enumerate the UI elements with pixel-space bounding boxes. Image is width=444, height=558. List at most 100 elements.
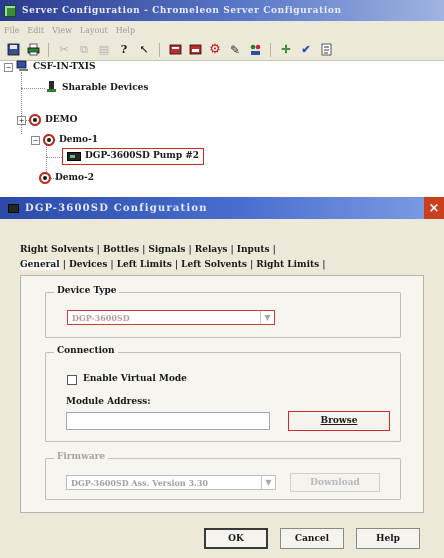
- tab-divider: |: [62, 260, 66, 270]
- printer-icon[interactable]: [26, 43, 40, 57]
- tree-item-label: DEMO: [45, 115, 78, 125]
- connection-group: Connection Enable Virtual Mode Module Ad…: [45, 346, 401, 442]
- cancel-button-label: Cancel: [294, 533, 330, 544]
- tab-row-upper: Right Solvents | Bottles | Signals | Rel…: [20, 243, 279, 257]
- device-type-value: DGP-3600SD: [72, 312, 130, 323]
- menu-layout[interactable]: Layout: [80, 26, 108, 35]
- tab-right-limits[interactable]: Right Limits: [256, 260, 319, 270]
- tree-root-label: CSF-IN-TXIS: [33, 62, 96, 72]
- enable-virtual-mode-label: Enable Virtual Mode: [83, 374, 187, 384]
- tree-item-label: Demo-1: [59, 135, 99, 145]
- tab-left-limits[interactable]: Left Limits: [117, 260, 172, 270]
- cross-icon[interactable]: ✛: [279, 43, 293, 57]
- tree-item-demo[interactable]: + DEMO: [17, 113, 77, 127]
- tab-relays[interactable]: Relays: [195, 245, 228, 255]
- toolbar-separator: [48, 42, 49, 57]
- menu-view[interactable]: View: [52, 26, 72, 35]
- tab-inputs[interactable]: Inputs: [237, 245, 270, 255]
- connection-label: Connection: [54, 346, 118, 356]
- module-address-field[interactable]: [66, 412, 270, 430]
- device-type-select[interactable]: DGP-3600SD ▼: [67, 310, 275, 325]
- paste-icon[interactable]: ▤: [97, 43, 111, 57]
- toolbar-separator: [270, 42, 271, 57]
- device-type-group: Device Type DGP-3600SD ▼: [45, 286, 401, 338]
- enable-virtual-mode-checkbox[interactable]: [67, 375, 77, 385]
- collapse-toggle[interactable]: −: [4, 62, 13, 72]
- firmware-group: Firmware DGP-3600SD Ass. Version 3.30 ▼ …: [45, 452, 401, 500]
- menu-help[interactable]: Help: [116, 26, 135, 35]
- module-address-label: Module Address:: [66, 397, 151, 407]
- ok-button[interactable]: OK: [204, 528, 268, 549]
- tree-item-label: Demo-2: [55, 173, 95, 183]
- disk-icon[interactable]: [6, 43, 20, 57]
- download-button-label: Download: [310, 477, 360, 488]
- firmware-label: Firmware: [54, 452, 109, 462]
- tree-item-sharable-devices[interactable]: Sharable Devices: [46, 81, 148, 95]
- tab-signals[interactable]: Signals: [148, 245, 185, 255]
- tree-item-demo-2[interactable]: Demo-2: [39, 171, 94, 185]
- tree-connector: [46, 157, 62, 158]
- server-app-icon: [4, 4, 16, 17]
- help-button-label: Help: [376, 533, 400, 544]
- cut-icon[interactable]: ✂: [57, 43, 71, 57]
- tree-item-label: Sharable Devices: [62, 83, 149, 93]
- server-menubar: File Edit View Layout Help: [0, 21, 444, 39]
- menu-file[interactable]: File: [4, 26, 19, 35]
- group-icon[interactable]: [248, 43, 262, 57]
- chevron-down-icon[interactable]: ▼: [261, 476, 275, 489]
- tree-item-pump[interactable]: DGP-3600SD Pump #2: [62, 147, 205, 165]
- server-window-titlebar[interactable]: Server Configuration - Chromeleon Server…: [0, 0, 444, 21]
- pump-icon: [67, 151, 81, 161]
- timebase-node-icon: [43, 134, 55, 146]
- tab-left-solvents[interactable]: Left Solvents: [181, 260, 247, 270]
- tab-devices[interactable]: Devices: [69, 260, 107, 270]
- tree-root-node[interactable]: − CSF-IN-TXIS: [4, 60, 95, 74]
- pump-selection-box[interactable]: DGP-3600SD Pump #2: [62, 147, 205, 165]
- cancel-button[interactable]: Cancel: [280, 528, 344, 549]
- timebase-node-icon: [39, 172, 51, 184]
- download-button[interactable]: Download: [290, 473, 380, 492]
- menu-edit[interactable]: Edit: [27, 26, 44, 35]
- tab-right-solvents[interactable]: Right Solvents: [20, 245, 94, 255]
- check-icon[interactable]: ✔: [299, 43, 313, 57]
- timebase-node-icon: [29, 114, 41, 126]
- whatsthis-icon[interactable]: ↖: [137, 43, 151, 57]
- tab-bottles[interactable]: Bottles: [103, 245, 139, 255]
- browse-button-label: Browse: [320, 416, 358, 426]
- dialog-title: DGP-3600SD Configuration: [25, 202, 208, 214]
- close-icon[interactable]: ×: [424, 197, 444, 219]
- tree-item-label: DGP-3600SD Pump #2: [85, 151, 200, 161]
- expand-toggle[interactable]: +: [17, 115, 26, 125]
- tree-item-demo-1[interactable]: − Demo-1: [31, 133, 98, 147]
- dialog-titlebar[interactable]: DGP-3600SD Configuration ×: [0, 197, 444, 219]
- firmware-version-select[interactable]: DGP-3600SD Ass. Version 3.30 ▼: [66, 475, 276, 490]
- tab-divider: |: [96, 245, 100, 255]
- browse-button[interactable]: Browse: [288, 411, 390, 431]
- tab-general[interactable]: General: [20, 260, 60, 270]
- settings-icon[interactable]: [319, 43, 333, 57]
- help-button[interactable]: Help: [356, 528, 420, 549]
- copy-icon[interactable]: ⧉: [77, 43, 91, 57]
- server-toolbar: ✂ ⧉ ▤ ? ↖ ⚙ ✎ ✛ ✔: [0, 39, 444, 61]
- pen-icon[interactable]: ✎: [228, 43, 242, 57]
- tab-divider: |: [230, 245, 234, 255]
- server-red-icon[interactable]: [168, 43, 182, 57]
- tab-row-lower: General | Devices | Left Limits | Left S…: [20, 258, 329, 272]
- toolbar-separator: [159, 42, 160, 57]
- tab-divider: |: [174, 260, 179, 270]
- chevron-down-icon[interactable]: ▼: [260, 311, 274, 324]
- help-icon[interactable]: ?: [117, 43, 131, 57]
- wrench-icon[interactable]: ⚙: [208, 43, 222, 57]
- ok-button-label: OK: [228, 533, 244, 544]
- server-green-icon[interactable]: [188, 43, 202, 57]
- collapse-toggle[interactable]: −: [31, 135, 40, 145]
- tab-divider: |: [322, 260, 326, 270]
- firmware-version-value: DGP-3600SD Ass. Version 3.30: [71, 477, 208, 488]
- tab-divider: |: [188, 245, 192, 255]
- tab-divider: |: [250, 260, 254, 270]
- tab-divider: |: [142, 245, 146, 255]
- server-window-title: Server Configuration - Chromeleon Server…: [22, 5, 342, 16]
- sharable-devices-icon: [46, 80, 57, 96]
- configuration-dialog: DGP-3600SD Configuration × Right Solvent…: [0, 197, 444, 558]
- computer-icon: [16, 60, 29, 75]
